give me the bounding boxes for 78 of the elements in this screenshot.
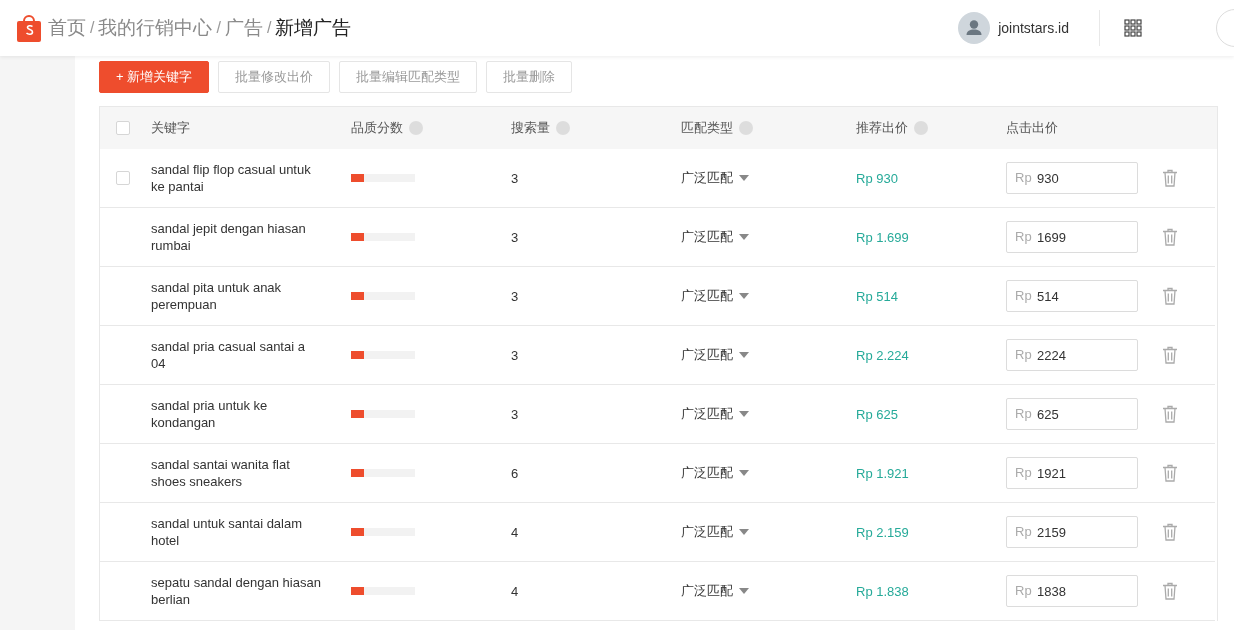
search-volume: 4 bbox=[511, 524, 519, 540]
recommended-bid: Rp 1.699 bbox=[856, 229, 909, 245]
match-type-dropdown[interactable]: 广泛匹配 bbox=[681, 582, 749, 600]
trash-icon[interactable] bbox=[1162, 523, 1178, 541]
recommended-bid: Rp 2.159 bbox=[856, 524, 909, 540]
recommended-bid: Rp 514 bbox=[856, 288, 898, 304]
match-type-dropdown[interactable]: 广泛匹配 bbox=[681, 464, 749, 482]
search-volume: 3 bbox=[511, 288, 519, 304]
recommended-bid: Rp 930 bbox=[856, 170, 898, 186]
keyword-text: sandal santai wanita flat shoes sneakers bbox=[151, 456, 291, 490]
help-icon[interactable] bbox=[556, 121, 570, 135]
avatar-icon bbox=[958, 12, 991, 44]
search-volume: 3 bbox=[511, 406, 519, 422]
trash-icon[interactable] bbox=[1162, 582, 1178, 600]
account-name[interactable]: jointstars.id bbox=[998, 20, 1069, 36]
search-volume: 4 bbox=[511, 583, 519, 599]
help-icon[interactable] bbox=[739, 121, 753, 135]
recommended-bid: Rp 1.838 bbox=[856, 583, 909, 599]
breadcrumb-separator: / bbox=[266, 19, 272, 37]
search-volume: 6 bbox=[511, 465, 519, 481]
keyword-text: sepatu sandal dengan hiasan berlian bbox=[151, 574, 321, 608]
keyword-text: sandal untuk santai dalam hotel bbox=[151, 515, 304, 549]
search-volume: 3 bbox=[511, 347, 519, 363]
currency-prefix: Rp bbox=[1015, 170, 1032, 186]
currency-prefix: Rp bbox=[1015, 347, 1032, 363]
caret-icon bbox=[739, 352, 749, 358]
breadcrumb-separator: / bbox=[90, 19, 95, 37]
currency-prefix: Rp bbox=[1015, 583, 1032, 599]
breadcrumb-separator: / bbox=[216, 19, 221, 37]
keyword-text: sandal pria untuk ke kondangan bbox=[151, 397, 269, 431]
trash-icon[interactable] bbox=[1162, 287, 1178, 305]
keyword-text: sandal pita untuk anak perempuan bbox=[151, 279, 283, 313]
trash-icon[interactable] bbox=[1162, 228, 1178, 246]
trash-icon[interactable] bbox=[1162, 464, 1178, 482]
search-volume: 3 bbox=[511, 229, 519, 245]
currency-prefix: Rp bbox=[1015, 229, 1032, 245]
column-header: 关键字 bbox=[151, 119, 190, 137]
keyword-text: sandal jepit dengan hiasan rumbai bbox=[151, 220, 307, 254]
caret-icon bbox=[739, 588, 749, 594]
column-header: 匹配类型 bbox=[681, 119, 733, 137]
apps-grid-icon[interactable] bbox=[1124, 19, 1142, 37]
column-header: 点击出价 bbox=[1006, 119, 1058, 137]
match-type-dropdown[interactable]: 广泛匹配 bbox=[681, 523, 749, 541]
match-type-dropdown[interactable]: 广泛匹配 bbox=[681, 346, 749, 364]
caret-icon bbox=[739, 470, 749, 476]
help-icon[interactable] bbox=[914, 121, 928, 135]
column-header: 品质分数 bbox=[351, 119, 403, 137]
recommended-bid: Rp 625 bbox=[856, 406, 898, 422]
trash-icon[interactable] bbox=[1162, 169, 1178, 187]
currency-prefix: Rp bbox=[1015, 406, 1032, 422]
currency-prefix: Rp bbox=[1015, 288, 1032, 304]
trash-icon[interactable] bbox=[1162, 346, 1178, 364]
recommended-bid: Rp 2.224 bbox=[856, 347, 909, 363]
match-type-dropdown[interactable]: 广泛匹配 bbox=[681, 169, 749, 187]
shopping-bag-logo-icon[interactable] bbox=[16, 13, 42, 43]
add-keyword-button[interactable]: + 新增关键字 bbox=[99, 61, 210, 93]
trash-icon[interactable] bbox=[1162, 405, 1178, 423]
recommended-bid: Rp 1.921 bbox=[856, 465, 909, 481]
keyword-text: sandal pria casual santai a 04 bbox=[151, 338, 306, 372]
row-checkbox[interactable] bbox=[116, 171, 130, 185]
column-header: 推荐出价 bbox=[856, 119, 908, 137]
search-volume: 3 bbox=[511, 170, 519, 186]
caret-icon bbox=[739, 293, 749, 299]
select-all-checkbox[interactable] bbox=[116, 121, 130, 135]
breadcrumb-current: 新增广告 bbox=[275, 16, 352, 40]
currency-prefix: Rp bbox=[1015, 524, 1032, 540]
match-type-dropdown[interactable]: 广泛匹配 bbox=[681, 287, 749, 305]
currency-prefix: Rp bbox=[1015, 465, 1032, 481]
breadcrumb-link[interactable]: 我的行销中心 bbox=[98, 15, 213, 41]
column-header: 搜索量 bbox=[511, 119, 550, 137]
caret-icon bbox=[739, 175, 749, 181]
caret-icon bbox=[739, 234, 749, 240]
help-icon[interactable] bbox=[409, 121, 423, 135]
caret-icon bbox=[739, 411, 749, 417]
match-type-dropdown[interactable]: 广泛匹配 bbox=[681, 228, 749, 246]
keyword-text: sandal flip flop casual untuk ke pantai bbox=[151, 161, 312, 195]
match-type-dropdown[interactable]: 广泛匹配 bbox=[681, 405, 749, 423]
caret-icon bbox=[739, 529, 749, 535]
